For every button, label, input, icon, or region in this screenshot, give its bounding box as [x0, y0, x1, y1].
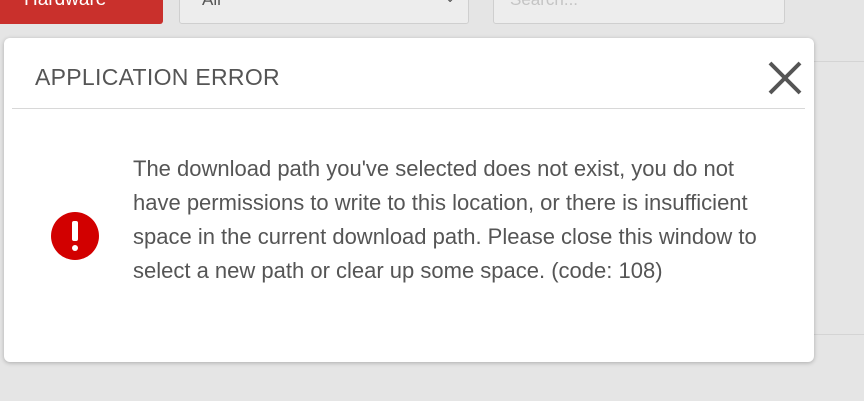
error-message: The download path you've selected does n… — [133, 156, 757, 283]
dialog-header: APPLICATION ERROR — [12, 38, 805, 109]
chevron-down-icon: ⌄ — [444, 0, 456, 6]
dialog-title: APPLICATION ERROR — [35, 64, 280, 90]
exclamation-bar — [72, 221, 78, 241]
error-dialog: APPLICATION ERROR The download path you'… — [4, 38, 814, 362]
background-divider — [814, 61, 864, 62]
page: Hardware All ⌄ Search... APPLICATION ERR… — [0, 0, 864, 401]
hardware-category-button[interactable]: Hardware — [0, 0, 163, 24]
hardware-category-label: Hardware — [24, 0, 106, 10]
background-divider — [814, 334, 864, 335]
error-exclamation-icon — [51, 212, 99, 260]
exclamation-dot — [72, 245, 78, 251]
close-icon — [768, 61, 802, 95]
filter-select[interactable]: All ⌄ — [179, 0, 469, 24]
filter-select-value: All — [202, 0, 221, 9]
search-input[interactable]: Search... — [493, 0, 785, 24]
close-button[interactable] — [765, 58, 805, 98]
background-toolbar: Hardware All ⌄ Search... — [0, 0, 864, 30]
search-placeholder: Search... — [510, 0, 578, 9]
